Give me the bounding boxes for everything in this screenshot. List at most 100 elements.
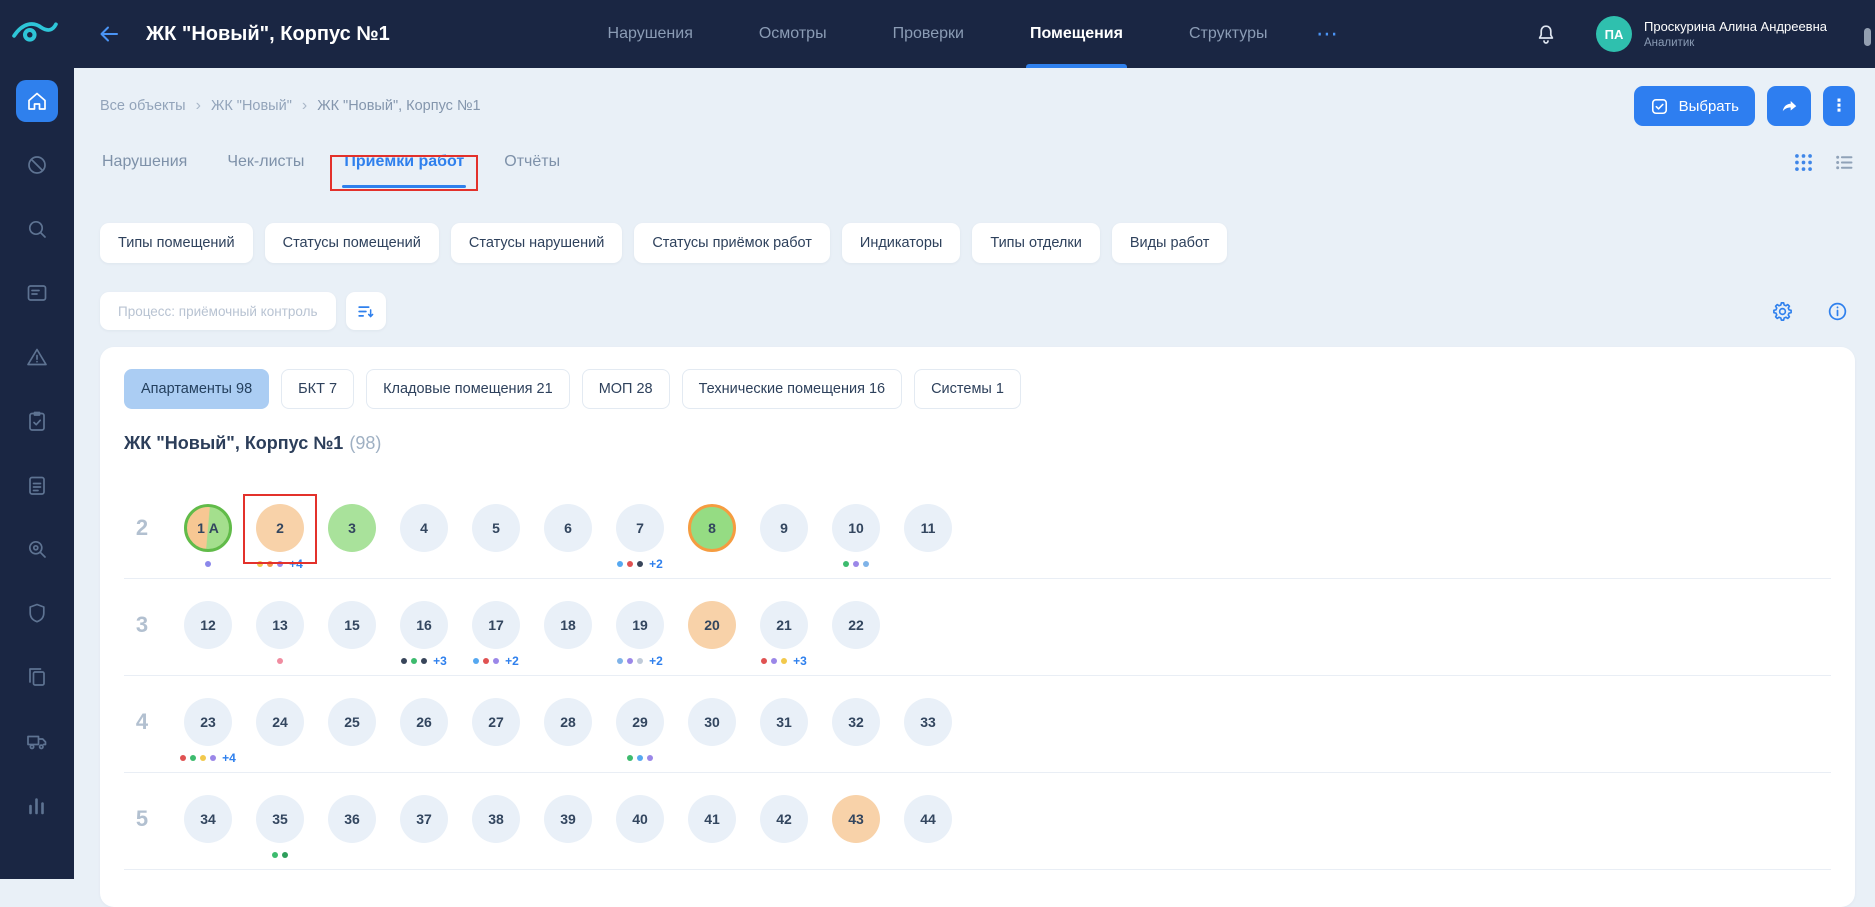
unit-circle[interactable]: 39 [544,795,592,843]
category-chip[interactable]: БКТ 7 [281,369,354,409]
breadcrumb-item[interactable]: ЖК "Новый", Корпус №1 [317,98,480,114]
unit-circle[interactable]: 26 [400,698,448,746]
unit-circle[interactable]: 13 [256,601,304,649]
sidebar-item-warning[interactable] [16,336,58,378]
category-chip[interactable]: Технические помещения 16 [682,369,902,409]
filter-chip[interactable]: Статусы помещений [265,223,439,263]
unit-circle[interactable]: 3 [328,504,376,552]
sidebar-item-chart[interactable] [16,784,58,826]
unit-circle[interactable]: 19 [616,601,664,649]
unit-circle[interactable]: 7 [616,504,664,552]
unit-circle[interactable]: 17 [472,601,520,649]
sort-button[interactable] [346,292,386,330]
unit-circle[interactable]: 1 А [184,504,232,552]
unit-circle[interactable]: 37 [400,795,448,843]
unit-circle[interactable]: 18 [544,601,592,649]
unit-circle[interactable]: 5 [472,504,520,552]
more-count[interactable]: +2 [649,654,663,668]
category-chip[interactable]: Кладовые помещения 21 [366,369,570,409]
unit-circle[interactable]: 15 [328,601,376,649]
sidebar-item-vehicle[interactable] [16,720,58,762]
topbar-nav-item[interactable]: Проверки [891,0,966,68]
more-count[interactable]: +3 [793,654,807,668]
filter-chip[interactable]: Статусы нарушений [451,223,622,263]
topbar-nav-item[interactable]: Осмотры [757,0,829,68]
unit-circle[interactable]: 22 [832,601,880,649]
filter-chip[interactable]: Индикаторы [842,223,960,263]
grid-view-icon[interactable] [1793,152,1814,173]
tab[interactable]: Отчёты [502,136,562,188]
more-menu-icon[interactable]: ⋯ [1316,0,1340,68]
unit-circle[interactable]: 44 [904,795,952,843]
unit-circle[interactable]: 30 [688,698,736,746]
unit-circle[interactable]: 38 [472,795,520,843]
unit-circle[interactable]: 25 [328,698,376,746]
unit-circle[interactable]: 29 [616,698,664,746]
unit-circle[interactable]: 12 [184,601,232,649]
unit-circle[interactable]: 23 [184,698,232,746]
unit-circle[interactable]: 27 [472,698,520,746]
unit-circle[interactable]: 4 [400,504,448,552]
unit-circle[interactable]: 40 [616,795,664,843]
unit-circle[interactable]: 33 [904,698,952,746]
tab[interactable]: Чек-листы [225,136,306,188]
kebab-menu-button[interactable]: ⋮ [1823,86,1855,126]
app-logo-icon[interactable] [12,17,58,51]
unit-circle[interactable]: 9 [760,504,808,552]
user-block[interactable]: Проскурина Алина Андреевна Аналитик [1644,19,1859,49]
unit-circle[interactable]: 21 [760,601,808,649]
back-button[interactable] [96,22,122,46]
unit-circle[interactable]: 20 [688,601,736,649]
more-count[interactable]: +4 [289,557,303,571]
scrollbar-thumb[interactable] [1864,28,1871,46]
breadcrumb-item[interactable]: ЖК "Новый" [211,98,292,114]
category-chip[interactable]: МОП 28 [582,369,670,409]
more-count[interactable]: +4 [222,751,236,765]
sidebar-item-clipboard-list[interactable] [16,464,58,506]
unit-circle[interactable]: 41 [688,795,736,843]
unit-circle[interactable]: 35 [256,795,304,843]
share-button[interactable] [1767,86,1811,126]
unit-circle[interactable]: 10 [832,504,880,552]
unit-circle[interactable]: 11 [904,504,952,552]
sidebar-item-clipboard-check[interactable] [16,400,58,442]
unit-circle[interactable]: 31 [760,698,808,746]
unit-circle[interactable]: 28 [544,698,592,746]
unit-circle[interactable]: 36 [328,795,376,843]
list-view-icon[interactable] [1834,152,1855,173]
sidebar-item-home[interactable] [16,80,58,122]
more-count[interactable]: +2 [649,557,663,571]
notifications-bell-icon[interactable] [1534,22,1558,46]
filter-chip[interactable]: Типы отделки [972,223,1099,263]
tab[interactable]: Нарушения [100,136,189,188]
filter-chip[interactable]: Статусы приёмок работ [634,223,830,263]
unit-circle[interactable]: 16 [400,601,448,649]
unit-circle[interactable]: 43 [832,795,880,843]
unit-circle[interactable]: 6 [544,504,592,552]
category-chip[interactable]: Системы 1 [914,369,1021,409]
process-chip[interactable]: Процесс: приёмочный контроль [100,292,336,330]
more-count[interactable]: +3 [433,654,447,668]
avatar[interactable]: ПА [1596,16,1632,52]
unit-circle[interactable]: 34 [184,795,232,843]
sidebar-item-documents[interactable] [16,656,58,698]
more-count[interactable]: +2 [505,654,519,668]
sidebar-item-shield[interactable] [16,592,58,634]
filter-chip[interactable]: Типы помещений [100,223,253,263]
tab[interactable]: Приёмки работ [342,136,466,188]
settings-gear-icon[interactable] [1771,300,1794,323]
unit-circle[interactable]: 8 [688,504,736,552]
unit-circle[interactable]: 32 [832,698,880,746]
sidebar-item-panel[interactable] [16,272,58,314]
select-button[interactable]: Выбрать [1634,86,1755,126]
info-icon[interactable] [1826,300,1849,323]
sidebar-item-ban[interactable] [16,144,58,186]
unit-circle[interactable]: 24 [256,698,304,746]
unit-circle[interactable]: 42 [760,795,808,843]
filter-chip[interactable]: Виды работ [1112,223,1228,263]
unit-circle[interactable]: 2 [256,504,304,552]
category-chip[interactable]: Апартаменты 98 [124,369,269,409]
topbar-nav-item[interactable]: Структуры [1187,0,1270,68]
breadcrumb-item[interactable]: Все объекты [100,98,186,114]
sidebar-item-search[interactable] [16,208,58,250]
